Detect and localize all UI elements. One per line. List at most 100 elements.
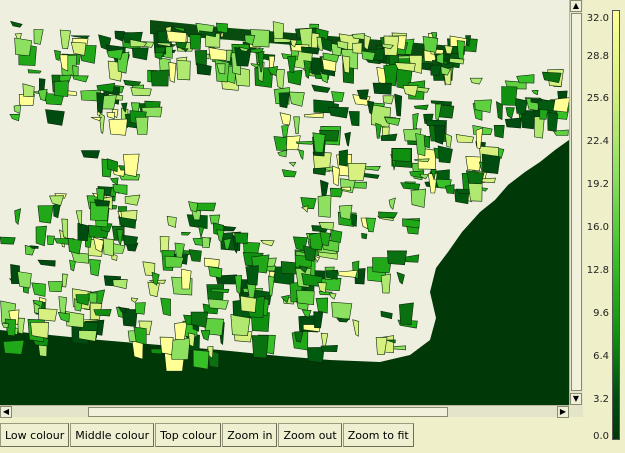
map-parcel[interactable] xyxy=(96,188,105,202)
map-parcel[interactable] xyxy=(317,194,332,218)
map-parcel[interactable] xyxy=(234,232,249,245)
horizontal-scrollbar[interactable]: ◀ ▶ xyxy=(0,405,569,418)
map-parcel[interactable] xyxy=(331,165,340,187)
choropleth-map[interactable] xyxy=(0,0,569,405)
map-parcel[interactable] xyxy=(537,99,556,111)
map-parcel[interactable] xyxy=(547,111,559,132)
map-parcel[interactable] xyxy=(361,50,376,61)
map-parcel[interactable] xyxy=(423,135,431,149)
map-parcel[interactable] xyxy=(465,155,482,172)
map-parcel[interactable] xyxy=(402,218,420,229)
map-parcel[interactable] xyxy=(425,119,448,127)
map-parcel[interactable] xyxy=(108,118,128,136)
map-parcel[interactable] xyxy=(351,213,358,227)
map-parcel[interactable] xyxy=(168,61,177,83)
scroll-up-button[interactable]: ▲ xyxy=(570,0,582,12)
map-parcel[interactable] xyxy=(122,234,139,246)
map-parcel[interactable] xyxy=(437,145,453,164)
map-parcel[interactable] xyxy=(481,153,501,175)
map-parcel[interactable] xyxy=(296,289,315,306)
map-parcel[interactable] xyxy=(164,255,185,268)
map-parcel[interactable] xyxy=(465,170,485,185)
map-parcel[interactable] xyxy=(150,69,169,87)
map-parcel[interactable] xyxy=(102,238,114,257)
map-parcel[interactable] xyxy=(378,211,398,219)
map-parcel[interactable] xyxy=(422,36,439,53)
map-parcel[interactable] xyxy=(398,302,414,326)
map-parcel[interactable] xyxy=(190,311,209,328)
map-parcel[interactable] xyxy=(320,344,338,353)
map-parcel[interactable] xyxy=(2,339,25,355)
map-parcel[interactable] xyxy=(514,97,528,115)
map-parcel[interactable] xyxy=(45,109,65,126)
map-parcel[interactable] xyxy=(93,309,112,317)
map-parcel[interactable] xyxy=(135,302,146,315)
map-parcel[interactable] xyxy=(188,332,196,348)
map-parcel[interactable] xyxy=(386,250,408,266)
map-parcel[interactable] xyxy=(361,232,368,240)
map-parcel[interactable] xyxy=(80,150,100,159)
map-parcel[interactable] xyxy=(207,298,229,310)
middle-colour-button[interactable]: Middle colour xyxy=(70,423,155,447)
map-parcel[interactable] xyxy=(372,82,392,95)
map-parcel[interactable] xyxy=(380,273,392,294)
map-parcel[interactable] xyxy=(287,69,303,86)
map-parcel[interactable] xyxy=(0,236,16,245)
map-parcel[interactable] xyxy=(501,86,518,106)
map-parcel[interactable] xyxy=(47,281,63,293)
map-parcel[interactable] xyxy=(493,125,505,139)
map-parcel[interactable] xyxy=(504,117,522,129)
scroll-right-button[interactable]: ▶ xyxy=(557,406,569,418)
map-parcel[interactable] xyxy=(272,21,284,39)
map-parcel[interactable] xyxy=(330,229,343,243)
map-parcel[interactable] xyxy=(124,194,141,206)
map-parcel[interactable] xyxy=(331,91,345,102)
map-parcel[interactable] xyxy=(208,266,223,279)
map-parcel[interactable] xyxy=(436,52,444,65)
map-parcel[interactable] xyxy=(77,222,89,242)
map-parcel[interactable] xyxy=(46,235,55,246)
map-parcel[interactable] xyxy=(516,74,535,84)
map-parcel[interactable] xyxy=(176,60,191,81)
scroll-left-button[interactable]: ◀ xyxy=(0,406,12,418)
map-parcel[interactable] xyxy=(67,237,82,255)
map-parcel[interactable] xyxy=(251,335,269,359)
map-parcel[interactable] xyxy=(181,268,192,290)
map-parcel[interactable] xyxy=(312,132,326,153)
map-parcel[interactable] xyxy=(53,80,69,97)
map-parcel[interactable] xyxy=(347,163,367,181)
map-parcel[interactable] xyxy=(338,204,353,220)
map-parcel[interactable] xyxy=(194,202,217,212)
map-parcel[interactable] xyxy=(407,140,418,146)
map-parcel[interactable] xyxy=(135,116,149,135)
map-parcel[interactable] xyxy=(331,301,353,321)
top-colour-button[interactable]: Top colour xyxy=(155,423,222,447)
map-parcel[interactable] xyxy=(203,257,220,269)
map-parcel[interactable] xyxy=(35,225,47,247)
map-parcel[interactable] xyxy=(339,178,356,194)
map-parcel[interactable] xyxy=(352,42,363,54)
zoom-out-button[interactable]: Zoom out xyxy=(278,423,342,447)
map-parcel[interactable] xyxy=(410,188,427,208)
zoom-to-fit-button[interactable]: Zoom to fit xyxy=(342,423,414,447)
map-parcel[interactable] xyxy=(38,308,58,322)
zoom-in-button[interactable]: Zoom in xyxy=(222,423,278,447)
map-parcel[interactable] xyxy=(30,321,49,339)
low-colour-button[interactable]: Low colour xyxy=(0,423,70,447)
map-parcel[interactable] xyxy=(130,87,152,97)
map-parcel[interactable] xyxy=(445,133,453,148)
horizontal-scroll-thumb[interactable] xyxy=(88,407,448,417)
map-parcel[interactable] xyxy=(338,149,348,167)
map-parcel[interactable] xyxy=(14,37,33,57)
map-parcel[interactable] xyxy=(166,30,187,43)
map-parcel[interactable] xyxy=(123,153,140,177)
map-parcel[interactable] xyxy=(201,236,211,248)
map-parcel[interactable] xyxy=(159,336,174,355)
map-parcel[interactable] xyxy=(189,34,202,50)
map-parcel[interactable] xyxy=(534,116,545,139)
vertical-scroll-thumb[interactable] xyxy=(571,13,582,391)
map-parcel[interactable] xyxy=(391,148,412,163)
map-parcel[interactable] xyxy=(245,265,259,286)
map-parcel[interactable] xyxy=(370,104,392,128)
map-parcel[interactable] xyxy=(192,349,210,370)
